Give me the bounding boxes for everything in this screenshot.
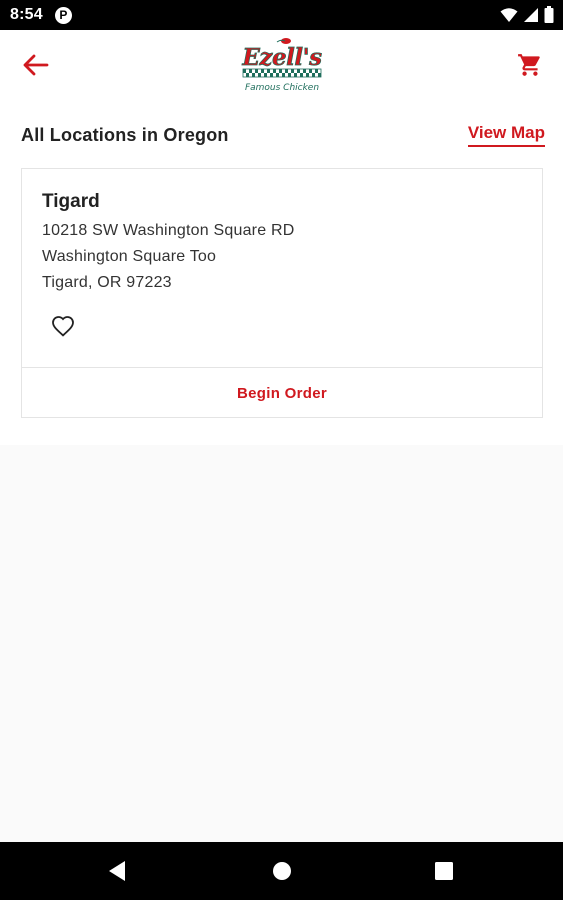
favorite-button[interactable] [48, 311, 78, 341]
status-bar: 8:54 P [0, 0, 563, 30]
nav-back-button[interactable] [102, 856, 132, 886]
location-card-body[interactable]: Tigard 10218 SW Washington Square RD Was… [22, 169, 542, 367]
arrow-left-icon [23, 54, 49, 76]
home-circle-icon [273, 862, 291, 880]
back-triangle-icon [109, 861, 125, 881]
wifi-icon [500, 7, 518, 22]
cellular-signal-icon [524, 7, 538, 22]
svg-text:Famous Chicken: Famous Chicken [245, 83, 319, 93]
address-line-1: 10218 SW Washington Square RD [42, 222, 295, 239]
shopping-cart-icon [518, 54, 540, 76]
nav-recents-button[interactable] [429, 856, 459, 886]
heart-outline-icon [52, 316, 74, 337]
cart-button[interactable] [515, 50, 545, 80]
battery-icon [544, 6, 554, 23]
view-map-link[interactable]: View Map [467, 123, 545, 147]
brand-logo: Ezell's Famous Chicken [239, 36, 325, 96]
app-bar: Ezell's Famous Chicken [0, 30, 563, 100]
nav-home-button[interactable] [267, 856, 297, 886]
address-line-3: Tigard, OR 97223 [42, 274, 172, 291]
locations-header: All Locations in Oregon View Map [21, 122, 545, 148]
locations-panel: All Locations in Oregon View Map Tigard … [0, 100, 563, 445]
status-icons [500, 6, 554, 23]
recents-square-icon [435, 862, 453, 880]
begin-order-button[interactable]: Begin Order [22, 368, 542, 418]
address-line-2: Washington Square Too [42, 248, 217, 265]
svg-text:Ezell's: Ezell's [241, 44, 322, 71]
system-nav-bar [0, 842, 563, 900]
page-title: All Locations in Oregon [21, 124, 229, 145]
location-card: Tigard 10218 SW Washington Square RD Was… [21, 168, 543, 418]
back-button[interactable] [18, 50, 52, 80]
status-time: 8:54 [10, 6, 43, 23]
location-name: Tigard [42, 191, 100, 212]
notification-badge: P [54, 6, 72, 24]
